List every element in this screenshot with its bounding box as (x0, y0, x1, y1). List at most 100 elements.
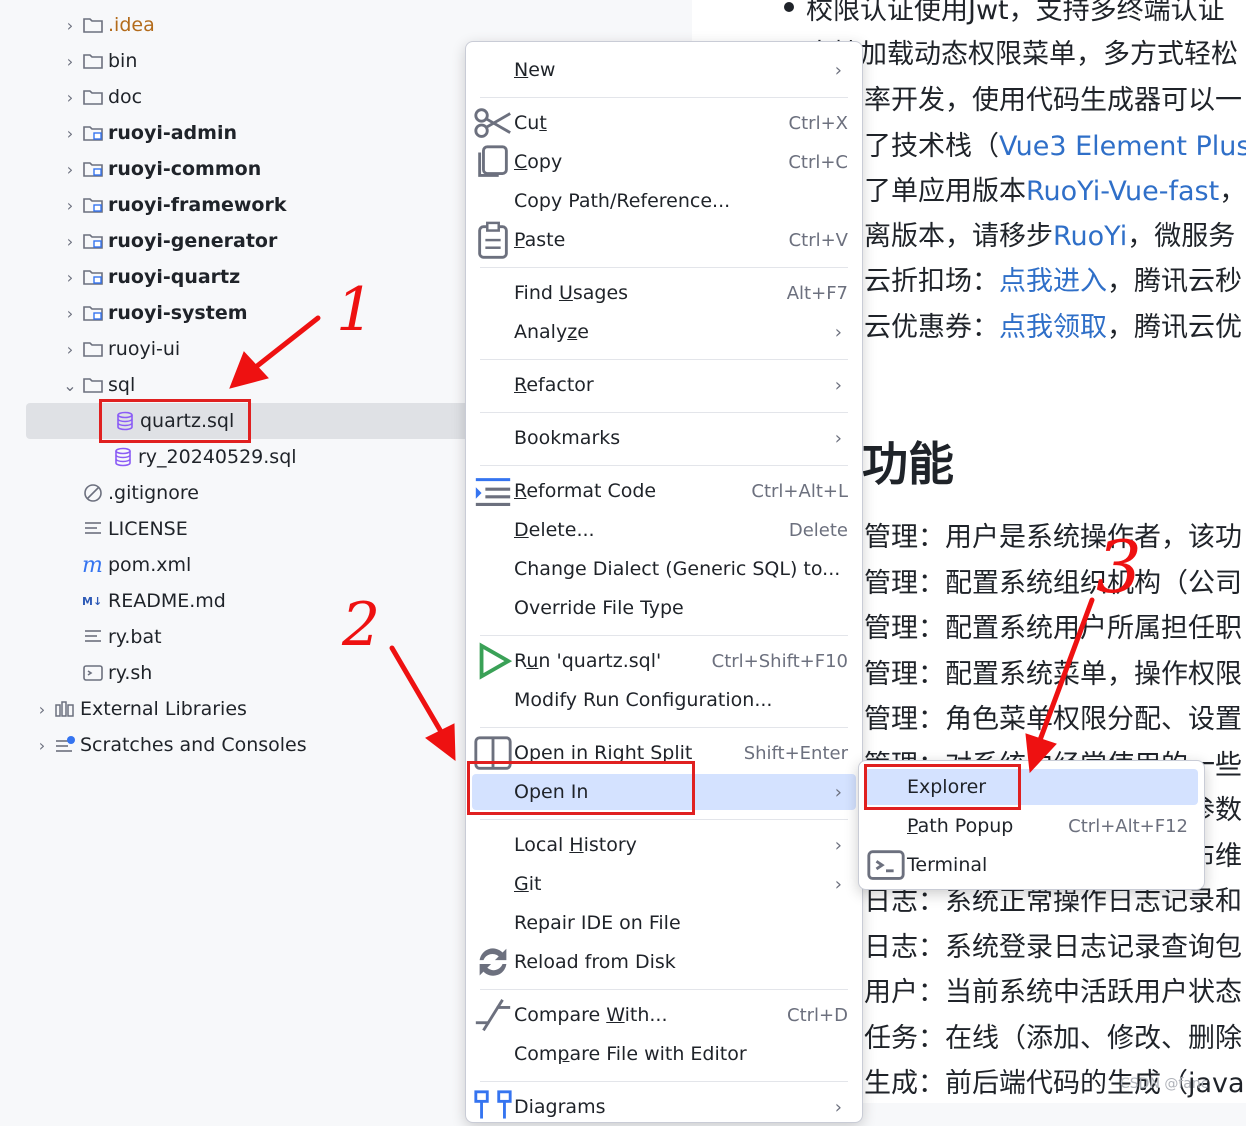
module-folder-icon (80, 122, 106, 144)
chevron-right-icon[interactable]: › (32, 736, 52, 755)
chevron-right-icon[interactable]: › (60, 268, 80, 287)
scissors-icon (472, 104, 514, 142)
editor-link[interactable]: Vue3 Element Plus (999, 131, 1246, 162)
menu-separator (480, 465, 848, 466)
menu-item-label: Copy (514, 151, 563, 173)
tree-item-external-libraries[interactable]: › External Libraries (32, 691, 247, 727)
tree-item-ruoyi-system[interactable]: › ruoyi-system (60, 295, 248, 331)
chevron-right-icon[interactable]: › (60, 304, 80, 323)
tree-item-ruoyi-generator[interactable]: › ruoyi-generator (60, 223, 278, 259)
chevron-right-icon[interactable]: › (60, 124, 80, 143)
chevron-right-icon[interactable]: › (60, 232, 80, 251)
menu-shortcut: Shift+Enter (743, 742, 848, 764)
menu-item-reload-from-disk[interactable]: Reload from Disk (472, 944, 856, 980)
chevron-right-icon[interactable]: › (60, 340, 80, 359)
chevron-down-icon[interactable]: ⌄ (60, 376, 80, 395)
menu-item-reformat-code[interactable]: Reformat Code Ctrl+Alt+L (472, 473, 856, 509)
menu-item-local-history[interactable]: Local History › (472, 827, 856, 863)
submenu-item-path-popup[interactable]: Path Popup Ctrl+Alt+F12 (865, 808, 1198, 844)
tree-item-ry-20240529-sql[interactable]: ry_20240529.sql (90, 439, 297, 475)
chevron-right-icon[interactable]: › (60, 196, 80, 215)
menu-item-refactor[interactable]: Refactor › (472, 367, 856, 403)
menu-separator (480, 989, 848, 990)
tree-item-label: ruoyi-ui (108, 338, 181, 360)
tree-item-pom-xml[interactable]: m pom.xml (60, 547, 191, 583)
database-icon (110, 446, 136, 468)
submenu-item-terminal[interactable]: Terminal (865, 847, 1198, 883)
text-icon (80, 518, 106, 540)
menu-item-new[interactable]: New › (472, 52, 856, 88)
diagram-icon (472, 1088, 514, 1126)
text-icon (80, 626, 106, 648)
reload-icon (472, 943, 514, 981)
tree-item-ruoyi-framework[interactable]: › ruoyi-framework (60, 187, 287, 223)
menu-item-label: Delete... (514, 519, 595, 541)
tree-item-ruoyi-quartz[interactable]: › ruoyi-quartz (60, 259, 240, 295)
tree-item-ruoyi-admin[interactable]: › ruoyi-admin (60, 115, 237, 151)
menu-item-find-usages[interactable]: Find Usages Alt+F7 (472, 275, 856, 311)
menu-item-analyze[interactable]: Analyze › (472, 314, 856, 350)
menu-separator (480, 1081, 848, 1082)
tree-item-sql[interactable]: ⌄ sql (60, 367, 135, 403)
menu-item-modify-run-configuration[interactable]: Modify Run Configuration... (472, 682, 856, 718)
tree-item-license[interactable]: LICENSE (60, 511, 188, 547)
editor-line: 率开发，使用代码生成器可以一 (864, 78, 1242, 117)
editor-heading: 功能 (862, 437, 954, 491)
menu-item-label: Bookmarks (514, 427, 621, 449)
feature-line: 任务：在线（添加、修改、删除 (864, 1022, 1242, 1054)
editor-text: 了技术栈（ (864, 131, 999, 162)
tree-item-readme-md[interactable]: M↓ README.md (60, 583, 226, 619)
editor-text: 云优惠券： (864, 312, 999, 343)
chevron-right-icon[interactable]: › (60, 160, 80, 179)
menu-item-copy-path-reference[interactable]: Copy Path/Reference... (472, 183, 856, 219)
menu-item-override-file-type[interactable]: Override File Type (472, 590, 856, 626)
menu-item-run-quartz-sql[interactable]: Run 'quartz.sql' Ctrl+Shift+F10 (472, 642, 856, 680)
menu-item-label: Change Dialect (Generic SQL) to... (514, 558, 841, 580)
editor-link[interactable]: RuoYi-Vue-fast (1026, 176, 1219, 207)
menu-item-bookmarks[interactable]: Bookmarks › (472, 420, 856, 456)
chevron-right-icon[interactable]: › (60, 52, 80, 71)
tree-item-idea[interactable]: › .idea (60, 7, 155, 43)
tree-item-label: README.md (108, 590, 226, 612)
tree-item-scratches-and-consoles[interactable]: › Scratches and Consoles (32, 727, 307, 763)
submenu-arrow-icon: › (834, 374, 842, 396)
menu-shortcut: Ctrl+D (787, 1004, 848, 1026)
menu-item-diagrams[interactable]: Diagrams › (472, 1089, 856, 1125)
tree-item-ruoyi-ui[interactable]: › ruoyi-ui (60, 331, 180, 367)
chevron-right-icon[interactable]: › (60, 16, 80, 35)
editor-text: 离版本，请移步 (864, 221, 1053, 252)
tree-item-ry-sh[interactable]: ry.sh (60, 655, 152, 691)
menu-item-label: Reload from Disk (514, 951, 676, 973)
tree-item-ruoyi-common[interactable]: › ruoyi-common (60, 151, 261, 187)
tree-item-ry-bat[interactable]: ry.bat (60, 619, 162, 655)
menu-item-copy[interactable]: Copy Ctrl+C (472, 144, 856, 180)
chevron-right-icon[interactable]: › (32, 700, 52, 719)
menu-separator (480, 97, 848, 98)
menu-shortcut: Alt+F7 (786, 282, 848, 304)
menu-item-compare-file-with-editor[interactable]: Compare File with Editor (472, 1036, 856, 1072)
menu-item-cut[interactable]: Cut Ctrl+X (472, 105, 856, 141)
copy-icon (472, 143, 514, 181)
editor-link[interactable]: 点我进入 (999, 266, 1107, 297)
menu-item-paste[interactable]: Paste Ctrl+V (472, 221, 856, 259)
menu-item-git[interactable]: Git › (472, 866, 856, 902)
menu-shortcut: Ctrl+Alt+L (751, 480, 848, 502)
chevron-right-icon[interactable]: › (60, 88, 80, 107)
tree-item-doc[interactable]: › doc (60, 79, 142, 115)
editor-link[interactable]: RuoYi (1053, 221, 1127, 252)
editor-text: ，微服务 (1127, 221, 1236, 252)
menu-item-change-dialect-generic-sql-to[interactable]: Change Dialect (Generic SQL) to... (472, 551, 856, 587)
ignore-icon (80, 482, 106, 504)
feature-line: 管理：配置系统菜单，操作权限 (864, 658, 1242, 690)
submenu-arrow-icon: › (834, 781, 842, 803)
submenu-item-label: Terminal (907, 854, 988, 876)
tree-item-bin[interactable]: › bin (60, 43, 138, 79)
menu-item-delete[interactable]: Delete... Delete (472, 512, 856, 548)
menu-item-label: Cut (514, 112, 547, 134)
menu-separator (480, 635, 848, 636)
editor-link[interactable]: 点我领取 (999, 312, 1107, 343)
menu-item-compare-with[interactable]: Compare With... Ctrl+D (472, 997, 856, 1033)
menu-item-repair-ide-on-file[interactable]: Repair IDE on File (472, 905, 856, 941)
tree-item-gitignore[interactable]: .gitignore (60, 475, 199, 511)
module-folder-icon (80, 302, 106, 324)
